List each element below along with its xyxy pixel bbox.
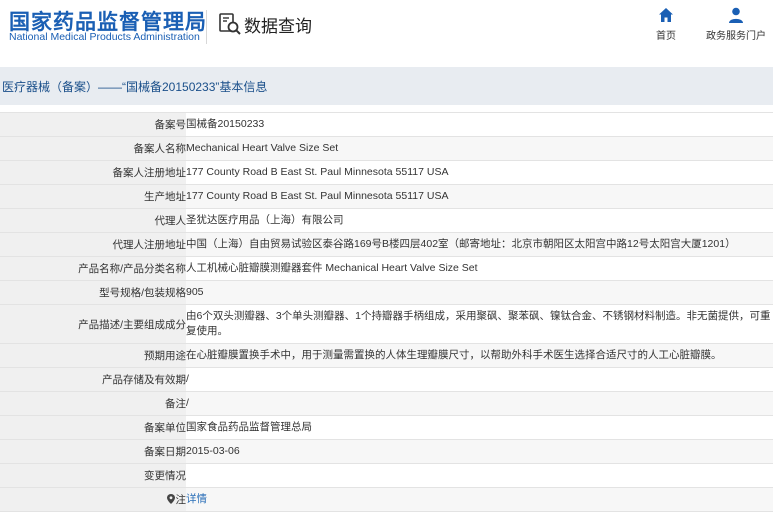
row-value-change-status [186, 463, 773, 488]
row-value-filing-date: 2015-03-06 [186, 439, 773, 464]
home-icon [659, 8, 673, 22]
row-value-model-spec: 905 [186, 280, 773, 305]
detail-link[interactable]: 详情 [186, 493, 207, 505]
table-row: 备案人名称 Mechanical Heart Valve Size Set [0, 136, 773, 161]
row-value-agent: 圣犹达医疗用品（上海）有限公司 [186, 208, 773, 233]
table-row: 备案日期 2015-03-06 [0, 439, 773, 464]
table-row: 备注 / [0, 391, 773, 416]
row-label-product-name: 产品名称/产品分类名称 [0, 256, 186, 281]
table-row: 预期用途 在心脏瓣膜置换手术中，用于测量需置换的人体生理瓣膜尺寸，以帮助外科手术… [0, 343, 773, 368]
page-title: 数据查询 [244, 17, 312, 36]
table-row: 注 详情 [0, 487, 773, 512]
row-label-model-spec: 型号规格/包装规格 [0, 280, 186, 305]
nav-home-link[interactable]: 首页 [648, 6, 684, 42]
row-value-filing-unit: 国家食品药品监督管理总局 [186, 415, 773, 440]
row-value-note: 详情 [186, 487, 773, 512]
row-label-change-status: 变更情况 [0, 463, 186, 488]
record-info-table: 备案号 国械备20150233 备案人名称 Mechanical Heart V… [0, 112, 773, 512]
row-value-filer-address: 177 County Road B East St. Paul Minnesot… [186, 160, 773, 185]
table-row: 型号规格/包装规格 905 [0, 280, 773, 305]
row-value-agent-address: 中国（上海）自由贸易试验区泰谷路169号B楼四层402室（邮寄地址：北京市朝阳区… [186, 232, 773, 257]
row-label-intended-use: 预期用途 [0, 343, 186, 368]
site-header: 国家药品监督管理局 National Medical Products Admi… [0, 0, 773, 60]
table-row: 产品描述/主要组成成分 由6个双头测瓣器、3个单头测瓣器、1个持瓣器手柄组成，采… [0, 304, 773, 344]
row-label-remarks: 备注 [0, 391, 186, 416]
row-label-note: 注 [0, 487, 187, 512]
row-value-filer-name: Mechanical Heart Valve Size Set [186, 136, 773, 161]
row-value-production-address: 177 County Road B East St. Paul Minnesot… [186, 184, 773, 209]
row-value-remarks: / [186, 391, 773, 416]
section-bar: 医疗器械（备案）——“国械备20150233”基本信息 [0, 67, 773, 105]
table-row: 代理人注册地址 中国（上海）自由贸易试验区泰谷路169号B楼四层402室（邮寄地… [0, 232, 773, 257]
table-row: 产品存储及有效期 / [0, 367, 773, 392]
row-label-filer-address: 备案人注册地址 [0, 160, 186, 185]
row-value-product-description: 由6个双头测瓣器、3个单头测瓣器、1个持瓣器手柄组成，采用聚砜、聚苯砜、镍钛合金… [186, 304, 773, 344]
row-label-filing-date: 备案日期 [0, 439, 186, 464]
table-row: 变更情况 [0, 463, 773, 488]
row-label-agent: 代理人 [0, 208, 186, 233]
table-row: 代理人 圣犹达医疗用品（上海）有限公司 [0, 208, 773, 233]
row-value-storage-validity: / [186, 367, 773, 392]
location-pin-icon [166, 494, 175, 504]
table-row: 生产地址 177 County Road B East St. Paul Min… [0, 184, 773, 209]
row-value-record-number: 国械备20150233 [186, 112, 773, 137]
row-label-agent-address: 代理人注册地址 [0, 232, 186, 257]
breadcrumb: 医疗器械（备案）——“国械备20150233”基本信息 [2, 80, 268, 94]
table-row: 备案单位 国家食品药品监督管理总局 [0, 415, 773, 440]
nav-portal-label: 政务服务门户 [706, 31, 766, 42]
nav-portal-link[interactable]: 政务服务门户 [702, 6, 770, 42]
table-row: 产品名称/产品分类名称 人工机械心脏瓣膜测瓣器套件 Mechanical Hea… [0, 256, 773, 281]
table-row: 备案人注册地址 177 County Road B East St. Paul … [0, 160, 773, 185]
user-icon [729, 7, 743, 23]
row-label-note-text: 注 [175, 494, 187, 506]
row-label-product-description: 产品描述/主要组成成分 [0, 304, 186, 344]
row-label-record-number: 备案号 [0, 112, 186, 137]
row-label-storage-validity: 产品存储及有效期 [0, 367, 186, 392]
data-search-icon [219, 13, 241, 35]
site-logo-en[interactable]: National Medical Products Administration [9, 31, 200, 43]
nav-home-label: 首页 [656, 31, 676, 42]
row-label-production-address: 生产地址 [0, 184, 186, 209]
header-divider [206, 10, 207, 44]
row-value-intended-use: 在心脏瓣膜置换手术中，用于测量需置换的人体生理瓣膜尺寸，以帮助外科手术医生选择合… [186, 343, 773, 368]
row-value-product-name: 人工机械心脏瓣膜测瓣器套件 Mechanical Heart Valve Siz… [186, 256, 773, 281]
row-label-filing-unit: 备案单位 [0, 415, 186, 440]
table-row: 备案号 国械备20150233 [0, 112, 773, 137]
row-label-filer-name: 备案人名称 [0, 136, 186, 161]
